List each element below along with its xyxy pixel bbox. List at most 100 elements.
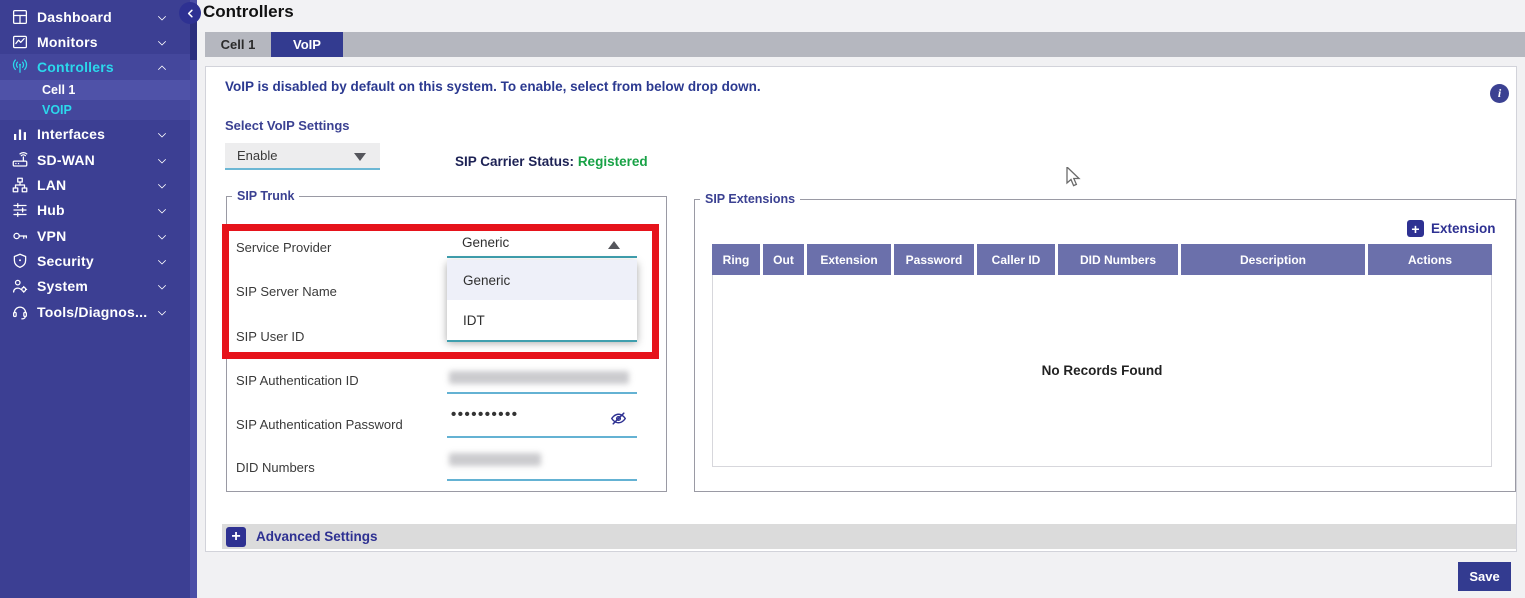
controllers-icon (10, 57, 29, 76)
column-header-out: Out (763, 244, 804, 275)
sip-extensions-legend: SIP Extensions (700, 192, 800, 206)
add-extension-label: Extension (1431, 221, 1496, 236)
page-title: Controllers (203, 2, 294, 22)
tab-voip[interactable]: VoIP (271, 32, 343, 57)
sidebar: Dashboard Monitors Controllers Cell 1 VO… (0, 0, 190, 598)
chevron-down-icon (156, 306, 168, 318)
sip-carrier-status-label: SIP Carrier Status: (455, 154, 578, 169)
voip-disabled-notice: VoIP is disabled by default on this syst… (225, 79, 761, 94)
sidebar-item-sdwan[interactable]: SD-WAN (0, 147, 190, 172)
sip-auth-password-value[interactable]: •••••••••• (451, 406, 519, 423)
hub-icon (10, 200, 29, 219)
system-icon (10, 276, 29, 295)
service-provider-underline (447, 256, 637, 258)
top-band (197, 0, 1525, 32)
chevron-down-icon (156, 128, 168, 140)
sidebar-item-label: System (37, 278, 88, 294)
column-header-ring: Ring (712, 244, 760, 275)
sidebar-item-cell1[interactable]: Cell 1 (0, 80, 190, 100)
did-numbers-label: DID Numbers (236, 460, 315, 475)
chevron-down-icon (156, 204, 168, 216)
sidebar-item-monitors[interactable]: Monitors (0, 29, 190, 54)
tools-icon (10, 302, 29, 321)
save-button[interactable]: Save (1458, 562, 1511, 591)
sidebar-item-security[interactable]: Security (0, 248, 190, 273)
add-extension-button[interactable]: + Extension (1407, 220, 1496, 237)
info-icon[interactable]: i (1490, 84, 1509, 103)
voip-enable-value: Enable (237, 148, 277, 163)
interfaces-icon (10, 124, 29, 143)
sidebar-item-voip[interactable]: VOIP (0, 100, 190, 120)
service-provider-value[interactable]: Generic (462, 235, 509, 250)
sip-auth-id-label: SIP Authentication ID (236, 373, 359, 388)
chevron-down-icon (156, 179, 168, 191)
sip-user-id-underline (447, 340, 637, 342)
sidebar-subitem-label: VOIP (42, 103, 72, 117)
chevron-down-icon (156, 11, 168, 23)
chevron-down-icon (354, 153, 366, 161)
plus-icon: + (226, 527, 246, 547)
sip-auth-id-underline (447, 392, 637, 394)
sidebar-item-vpn[interactable]: VPN (0, 223, 190, 248)
chevron-down-icon (156, 255, 168, 267)
did-numbers-redacted-value[interactable] (449, 453, 541, 466)
security-icon (10, 251, 29, 270)
sidebar-item-label: LAN (37, 177, 66, 193)
no-records-text: No Records Found (1042, 363, 1163, 378)
sidebar-item-interfaces[interactable]: Interfaces (0, 121, 190, 146)
column-header-extension: Extension (807, 244, 891, 275)
chevron-left-icon (185, 8, 196, 19)
sidebar-scrollbar[interactable] (190, 0, 197, 598)
sip-carrier-status: SIP Carrier Status: Registered (455, 154, 648, 169)
lan-icon (10, 175, 29, 194)
plus-icon: + (1407, 220, 1424, 237)
extensions-table-header: Ring Out Extension Password Caller ID DI… (712, 244, 1492, 275)
sidebar-subitem-label: Cell 1 (42, 83, 75, 97)
tab-bar: Cell 1 VoIP (205, 32, 1525, 57)
service-provider-dropdown: Generic IDT (447, 260, 637, 340)
sip-carrier-status-value: Registered (578, 154, 648, 169)
chevron-up-icon (156, 61, 168, 73)
chevron-down-icon (156, 36, 168, 48)
advanced-settings-label: Advanced Settings (256, 529, 378, 544)
sip-trunk-legend: SIP Trunk (232, 189, 299, 203)
select-voip-settings-label: Select VoIP Settings (225, 118, 350, 133)
dashboard-icon (10, 7, 29, 26)
sdwan-icon (10, 150, 29, 169)
sidebar-collapse-button[interactable] (179, 2, 201, 24)
sidebar-item-label: VPN (37, 228, 66, 244)
sidebar-item-label: Dashboard (37, 9, 112, 25)
sidebar-item-dashboard[interactable]: Dashboard (0, 4, 190, 29)
sidebar-item-label: Controllers (37, 59, 114, 75)
sidebar-item-controllers[interactable]: Controllers (0, 54, 190, 79)
sidebar-item-label: Tools/Diagnos... (37, 304, 147, 320)
sidebar-item-hub[interactable]: Hub (0, 197, 190, 222)
sip-user-id-label: SIP User ID (236, 329, 304, 344)
sip-auth-password-underline (447, 436, 637, 438)
sidebar-item-label: Monitors (37, 34, 98, 50)
dropdown-option-idt[interactable]: IDT (447, 300, 637, 340)
column-header-actions: Actions (1368, 244, 1492, 275)
chevron-down-icon (156, 154, 168, 166)
tab-cell1[interactable]: Cell 1 (205, 32, 271, 57)
chevron-up-icon[interactable] (608, 241, 620, 249)
did-numbers-underline (447, 479, 637, 481)
dropdown-option-generic[interactable]: Generic (447, 260, 637, 300)
sip-auth-id-redacted-value[interactable] (449, 371, 629, 384)
sidebar-item-label: Hub (37, 202, 65, 218)
app-window: Dashboard Monitors Controllers Cell 1 VO… (0, 0, 1525, 598)
eye-off-icon[interactable] (610, 410, 627, 427)
advanced-settings-toggle[interactable]: + Advanced Settings (222, 524, 1516, 549)
voip-enable-select[interactable]: Enable (225, 143, 380, 170)
sidebar-item-tools-diagnostics[interactable]: Tools/Diagnos... (0, 299, 190, 324)
column-header-did-numbers: DID Numbers (1058, 244, 1178, 275)
chevron-down-icon (156, 280, 168, 292)
service-provider-label: Service Provider (236, 240, 331, 255)
chevron-down-icon (156, 230, 168, 242)
sidebar-item-label: Security (37, 253, 94, 269)
sidebar-item-system[interactable]: System (0, 273, 190, 298)
sidebar-item-label: SD-WAN (37, 152, 95, 168)
extensions-table-body: No Records Found (712, 275, 1492, 467)
sidebar-item-label: Interfaces (37, 126, 105, 142)
sidebar-item-lan[interactable]: LAN (0, 172, 190, 197)
